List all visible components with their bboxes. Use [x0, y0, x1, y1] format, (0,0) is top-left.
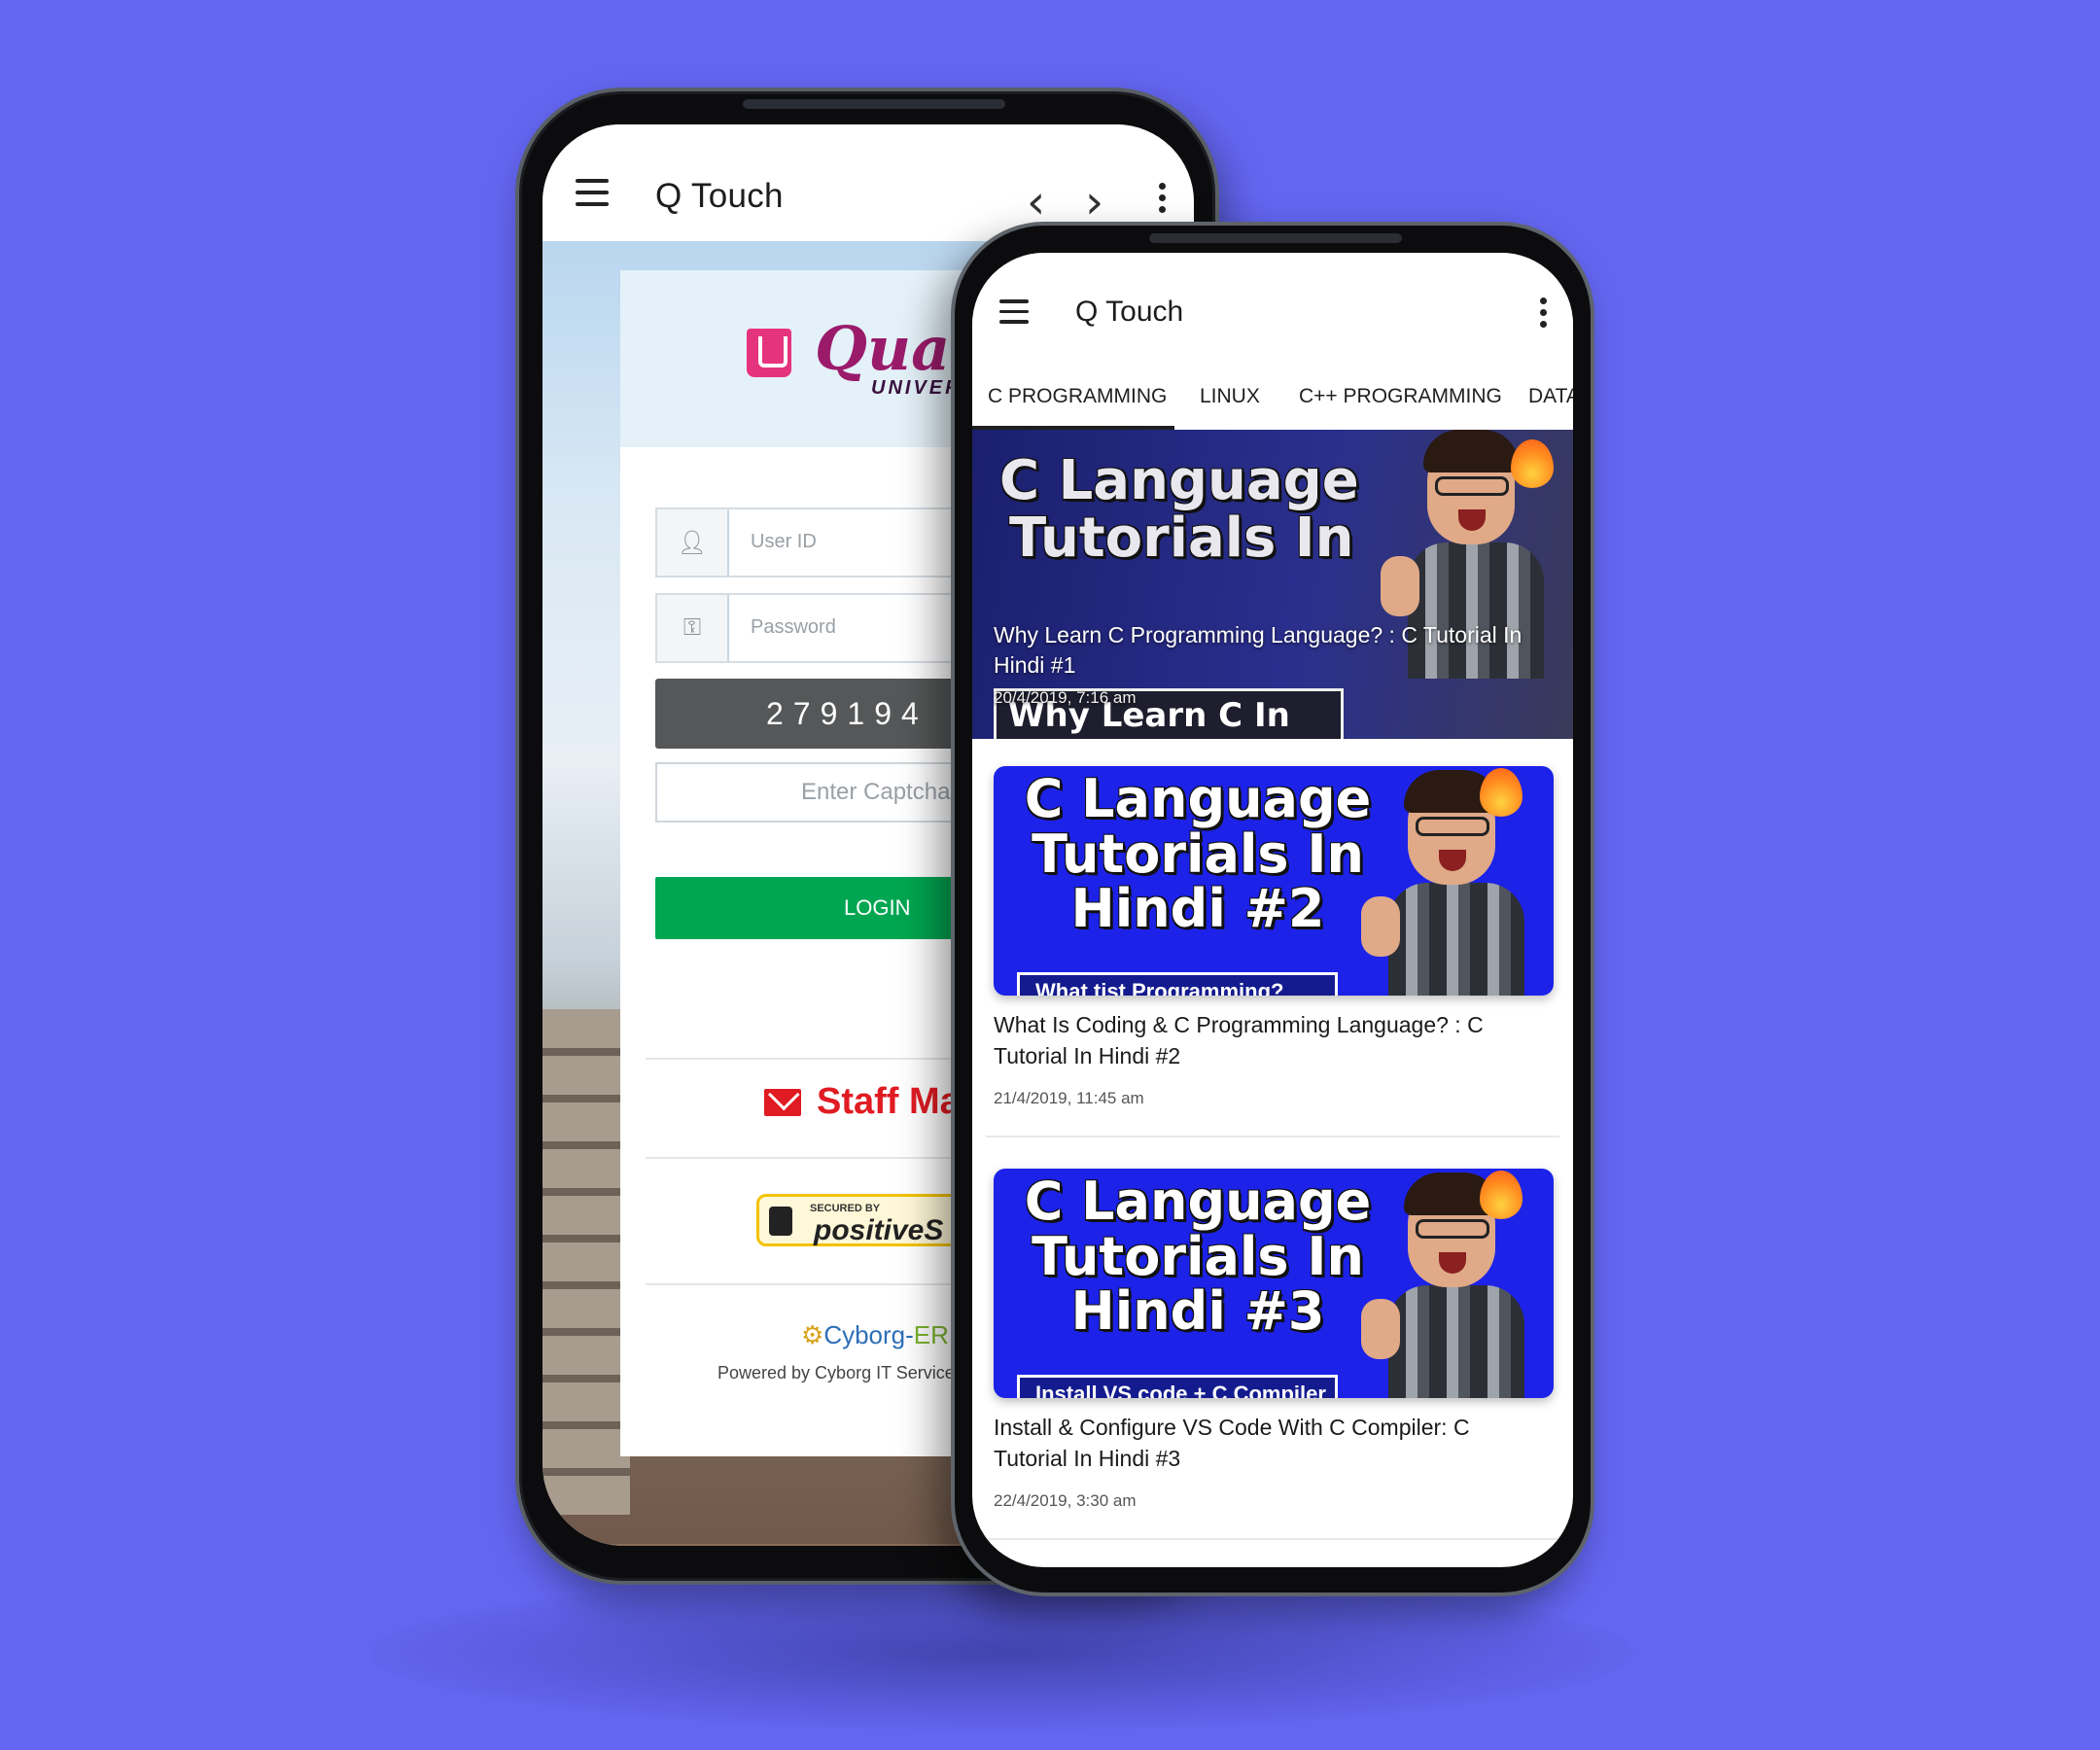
video-title[interactable]: What Is Coding & C Programming Language?… [994, 1009, 1538, 1071]
lock-icon [769, 1207, 792, 1236]
app-bar: Q Touch [972, 253, 1573, 350]
tab-data[interactable]: DATA [1528, 385, 1573, 408]
video-thumbnail[interactable]: C Language Tutorials In Hindi #3 Install… [994, 1169, 1554, 1398]
building-image [542, 1009, 630, 1515]
gear-icon: ⚙ [801, 1320, 824, 1349]
divider [986, 1538, 1559, 1540]
video-thumbnail[interactable]: C Language Tutorials In Hindi #2 What ti… [994, 766, 1554, 996]
cyborg-name: Cyborg- [823, 1320, 914, 1349]
app-title: Q Touch [1075, 296, 1184, 328]
thumbnail-text: C Language Tutorials In Hindi #3 [1024, 1171, 1372, 1343]
thumbnail-strip: Install VS code + C Compiler [1017, 1375, 1338, 1398]
hamburger-menu-icon[interactable] [999, 299, 1029, 331]
password-placeholder: Password [751, 616, 836, 638]
video-date: 20/4/2019, 7:16 am [994, 688, 1137, 707]
user-icon: 👤︎ [657, 509, 729, 576]
earpiece-speaker [743, 99, 1005, 109]
video-title: Why Learn C Programming Language? : C Tu… [994, 622, 1522, 678]
thumbnail-strip: What tist Programming? [1017, 972, 1338, 996]
phone-shadow [369, 1575, 1633, 1731]
tab-linux[interactable]: LINUX [1200, 385, 1260, 408]
category-tabs: C PROGRAMMING LINUX C++ PROGRAMMING DATA [972, 350, 1573, 430]
overflow-menu-icon[interactable] [1540, 298, 1548, 332]
powered-by-text: Powered by Cyborg IT Service [718, 1363, 955, 1382]
hamburger-menu-icon[interactable] [576, 179, 609, 214]
key-icon: ⚿ [657, 595, 729, 661]
video-title[interactable]: Install & Configure VS Code With C Compi… [994, 1412, 1538, 1474]
video-list-screen: Q Touch C PROGRAMMING LINUX C++ PROGRAMM… [972, 253, 1573, 1567]
ssl-brand-text: positiveS [814, 1214, 944, 1246]
earpiece-speaker [1149, 233, 1402, 243]
ssl-secured-text: SECURED BY [810, 1203, 881, 1214]
app-title: Q Touch [655, 177, 784, 215]
staff-mail-link[interactable]: Staff Ma [764, 1081, 961, 1123]
thumbnail-text: C Language Tutorials In [999, 449, 1359, 570]
staff-mail-label: Staff Ma [817, 1081, 961, 1122]
tab-c-programming[interactable]: C PROGRAMMING [988, 385, 1167, 408]
tab-cpp-programming[interactable]: C++ PROGRAMMING [1299, 385, 1502, 408]
video-item-featured[interactable]: C Language Tutorials In Why Learn C In 2… [972, 430, 1573, 739]
video-date: 22/4/2019, 3:30 am [994, 1491, 1137, 1510]
envelope-icon [764, 1088, 801, 1116]
fire-icon [1511, 439, 1554, 488]
divider [986, 1136, 1559, 1138]
phone-front: Q Touch C PROGRAMMING LINUX C++ PROGRAMM… [951, 222, 1594, 1596]
cyborg-erp-logo: ⚙Cyborg-ERP [801, 1320, 965, 1350]
university-crest-icon [747, 329, 791, 377]
thumbnail-text: C Language Tutorials In Hindi #2 [1024, 768, 1372, 940]
overflow-menu-icon[interactable] [1159, 183, 1167, 218]
video-date: 21/4/2019, 11:45 am [994, 1089, 1144, 1107]
user-id-placeholder: User ID [751, 531, 817, 552]
